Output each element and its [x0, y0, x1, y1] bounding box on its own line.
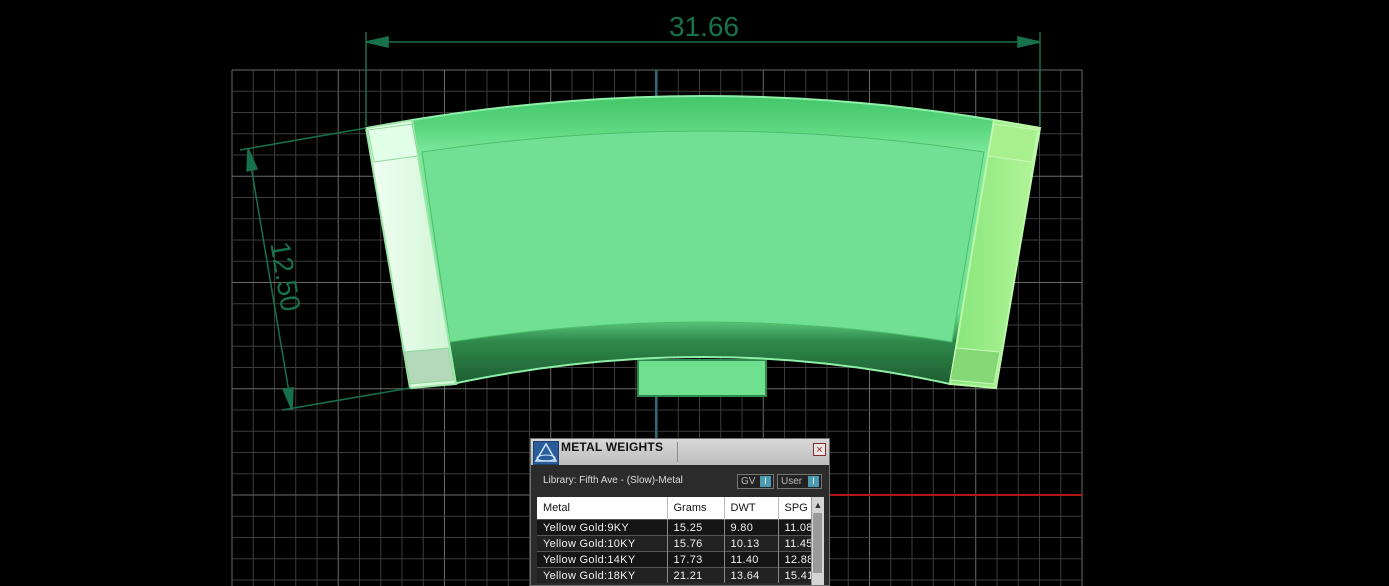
- table-row[interactable]: Yellow Gold:18KY 21.21 13.64 15.41: [537, 567, 818, 583]
- app-logo-icon: [533, 441, 559, 465]
- table-row[interactable]: Yellow Gold:10KY 15.76 10.13 11.45: [537, 535, 818, 552]
- user-toggle[interactable]: User I: [777, 474, 822, 489]
- bottom-tab: [637, 359, 767, 397]
- grams-cell: 15.76: [667, 535, 725, 552]
- left-cap-top: [367, 123, 419, 163]
- table-scrollbar[interactable]: ▲: [811, 497, 824, 585]
- metal-weights-table: Metal Grams DWT SPG Yellow Gold:9KY 15.2…: [537, 497, 818, 583]
- dwt-cell: 11.40: [724, 551, 779, 568]
- scrollbar-thumb[interactable]: [813, 513, 822, 573]
- right-cap-bottom: [949, 347, 1001, 385]
- scroll-up-icon[interactable]: ▲: [812, 499, 824, 511]
- panel-titlebar[interactable]: METAL WEIGHTS ×: [531, 439, 829, 465]
- library-label: Library: Fifth Ave - (Slow)-Metal: [543, 475, 683, 486]
- dwt-cell: 10.13: [724, 535, 779, 552]
- metal-cell: Yellow Gold:18KY: [537, 567, 668, 583]
- user-toggle-indicator-icon: I: [808, 476, 819, 487]
- gv-toggle-indicator-icon: I: [760, 476, 771, 487]
- panel-title: METAL WEIGHTS: [561, 440, 664, 454]
- metal-weights-panel[interactable]: METAL WEIGHTS × Library: Fifth Ave - (Sl…: [530, 438, 830, 586]
- grams-cell: 15.25: [667, 519, 725, 536]
- metal-cell: Yellow Gold:10KY: [537, 535, 668, 552]
- metal-cell: Yellow Gold:14KY: [537, 551, 668, 568]
- width-dimension-label: 31.66: [669, 11, 739, 42]
- table-row[interactable]: Yellow Gold:14KY 17.73 11.40 12.88: [537, 551, 818, 568]
- model-inner-face: [421, 130, 985, 343]
- column-header-grams[interactable]: Grams: [667, 497, 725, 520]
- column-header-metal[interactable]: Metal: [537, 497, 668, 520]
- dwt-cell: 13.64: [724, 567, 779, 583]
- metal-cell: Yellow Gold:9KY: [537, 519, 668, 536]
- title-divider: [677, 442, 678, 462]
- grams-cell: 21.21: [667, 567, 725, 583]
- table-row[interactable]: Yellow Gold:9KY 15.25 9.80 11.08: [537, 519, 818, 536]
- gv-toggle[interactable]: GV I: [737, 474, 774, 489]
- grams-cell: 17.73: [667, 551, 725, 568]
- right-cap-top: [987, 123, 1039, 163]
- close-icon[interactable]: ×: [813, 443, 826, 456]
- column-header-dwt[interactable]: DWT: [724, 497, 779, 520]
- gv-toggle-label: GV: [741, 476, 756, 487]
- left-cap-bottom: [403, 347, 455, 385]
- height-dimension-label: 12.50: [264, 239, 306, 313]
- dwt-cell: 9.80: [724, 519, 779, 536]
- user-toggle-label: User: [781, 476, 803, 487]
